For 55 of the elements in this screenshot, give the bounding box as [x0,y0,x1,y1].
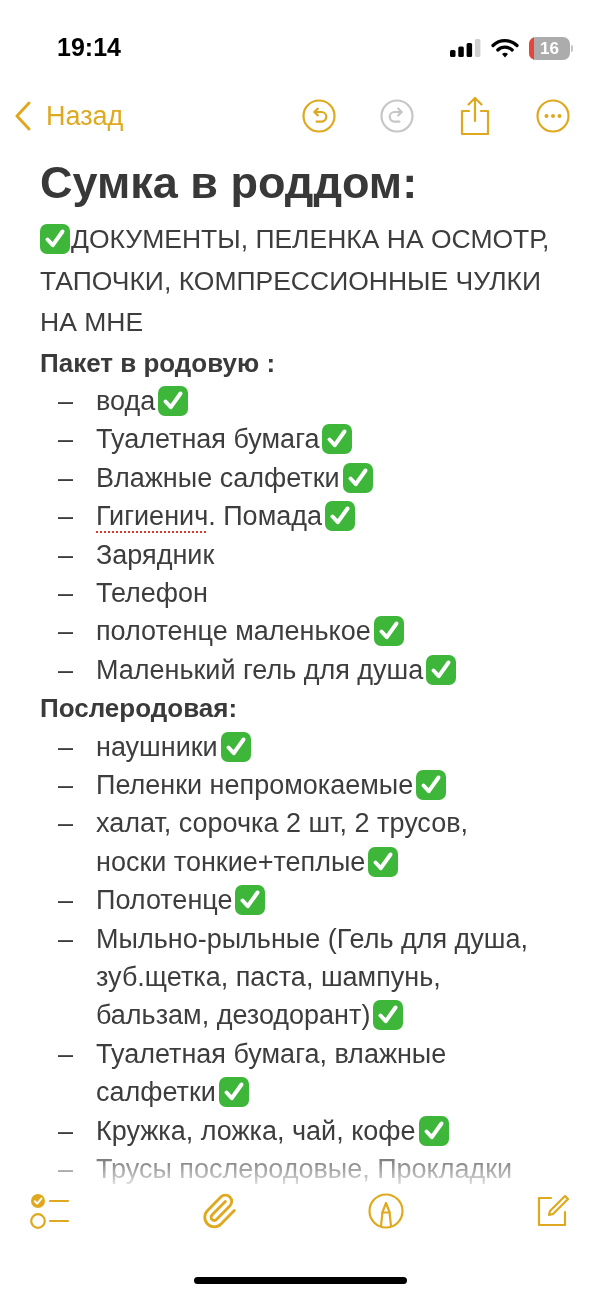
list-item-text: Трусы послеродовые, Прокладки [96,1154,513,1185]
back-button[interactable]: Назад [14,95,124,137]
note-paragraph: ДОКУМЕНТЫ, ПЕЛЕНКА НА ОСМОТР, ТАПОЧКИ, КОМПРЕССИОННЫЕ ЧУЛКИ НА МНЕ [40,224,550,337]
redo-icon [380,99,414,133]
list-item-text: Телефон [96,577,208,608]
list-dash: – [58,616,74,647]
list-item-text: Туалетная бумага [96,424,320,455]
share-button[interactable] [458,96,492,136]
wifi-icon [491,38,519,58]
list-dash: – [58,1115,74,1146]
markup-button[interactable] [368,1192,404,1230]
list-item-text: Пеленки непромокаемые [96,769,414,800]
list-item-text: Зарядник [96,539,215,570]
list-item-text: полотенце маленькое [96,616,371,647]
list-item-text: Полотенце [96,885,233,916]
share-icon [458,96,492,136]
section-heading: Пакет в родовую : [40,346,277,380]
attach-button[interactable] [200,1192,238,1230]
list-dash: – [58,424,74,455]
section-heading: Послеродовая: [40,692,239,726]
list-dash: – [58,885,74,916]
list-dash: – [58,539,74,570]
more-icon [536,99,570,133]
note-title: Сумка в роддом: [40,158,419,208]
list-item-text: Кружка, ложка, чай, кофе [96,1115,416,1146]
list-dash: – [58,462,74,493]
paperclip-icon [200,1192,238,1230]
list-dash: – [58,923,74,954]
list-item-text: Гигиенич. Помада [96,501,322,532]
cellular-signal-icon [450,39,481,57]
more-button[interactable] [536,99,570,133]
list-item-text: Туалетная бумага, влажные салфетки [96,1038,447,1108]
list-dash: – [58,654,74,685]
list-dash: – [58,501,74,532]
list-dash: – [58,1154,74,1185]
checklist-icon [30,1193,70,1229]
undo-button[interactable] [302,99,336,133]
list-item-text: наушники [96,731,218,762]
list-item-text: Мыльно-рыльные (Гель для душа, зуб.щетка, паста, шампунь, бальзам, дезодорант) [96,923,529,1031]
list-dash: – [58,1038,74,1069]
list-dash: – [58,577,74,608]
list-dash: – [58,769,74,800]
list-item-text: халат, сорочка 2 шт, 2 трусов, носки тонкие+теплые [96,808,469,877]
battery-indicator: 16 [529,36,573,60]
undo-icon [302,99,336,133]
chevron-left-icon [14,101,32,131]
list-item-text: вода [96,385,156,416]
status-time: 19:14 [57,32,121,64]
checklist-button[interactable] [30,1192,70,1230]
list-dash: – [58,731,74,762]
list-dash: – [58,385,74,416]
list-dash: – [58,808,74,839]
list-item-text: Влажные салфетки [96,462,340,493]
pen-tip-circle-icon [368,1193,404,1229]
list-item-text: Маленький гель для душа [96,654,424,685]
